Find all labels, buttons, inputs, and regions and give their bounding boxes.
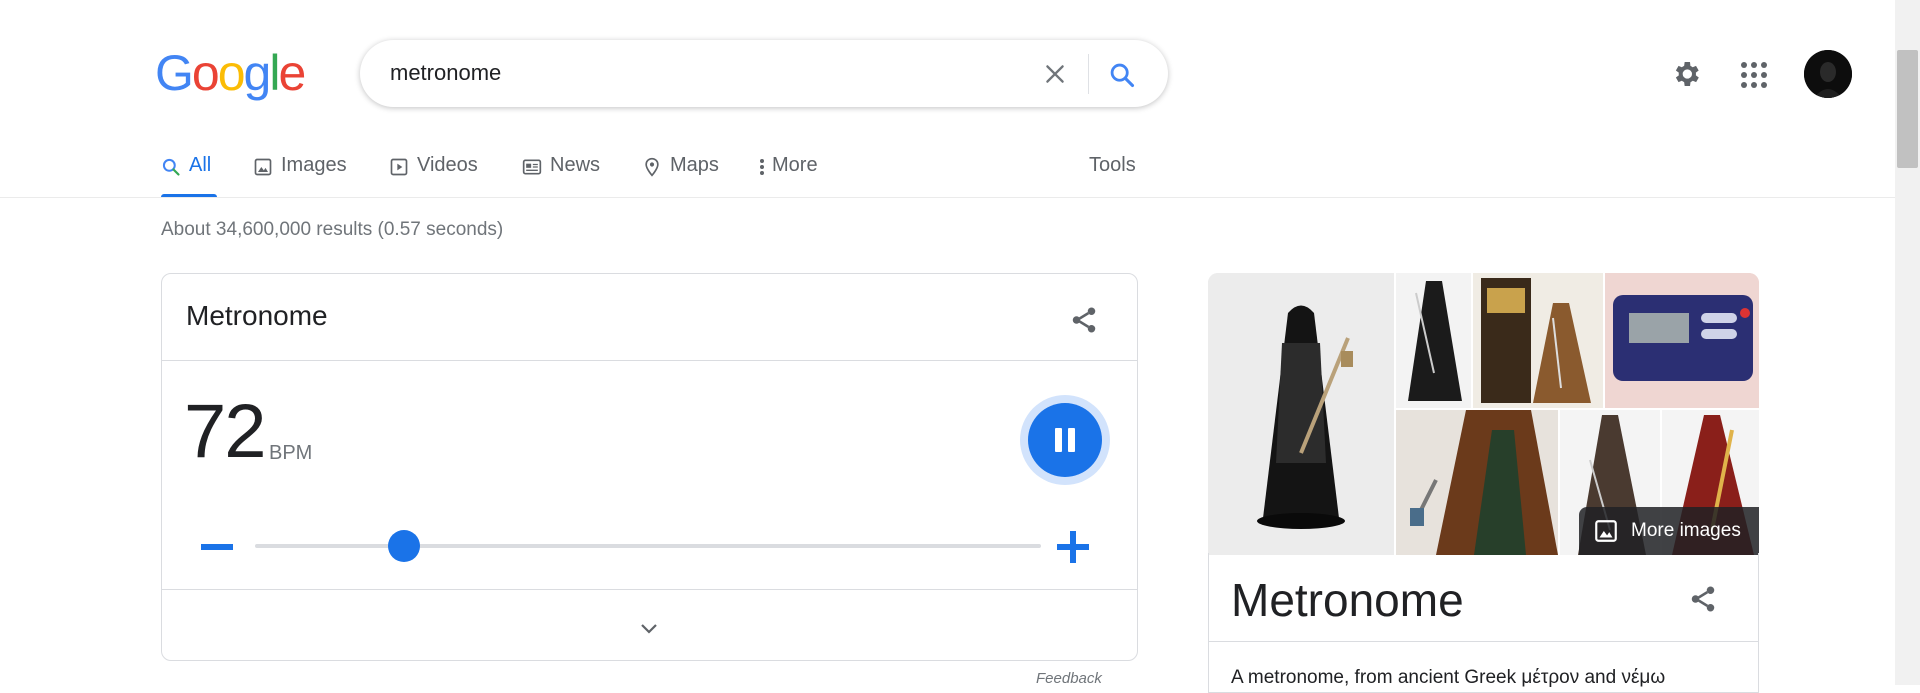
knowledge-panel-divider	[1209, 641, 1758, 642]
tab-videos[interactable]: Videos	[389, 150, 478, 198]
apps-button[interactable]	[1739, 60, 1769, 90]
tab-label: More	[772, 154, 818, 176]
tab-news[interactable]: News	[522, 150, 600, 198]
grid-icon	[1741, 62, 1767, 88]
bpm-value: 72	[184, 389, 267, 474]
bpm-unit: BPM	[269, 442, 313, 464]
tabs-divider	[0, 197, 1895, 198]
metronome-image[interactable]	[1208, 273, 1394, 555]
clear-search-button[interactable]	[1036, 55, 1074, 93]
tempo-slider-thumb[interactable]	[388, 530, 421, 562]
knowledge-panel-share-button[interactable]	[1683, 579, 1723, 619]
metronome-image[interactable]	[1605, 273, 1759, 408]
logo-letter: o	[217, 45, 246, 101]
tab-label: News	[550, 154, 601, 176]
tab-label: All	[189, 154, 212, 176]
decrease-tempo-button[interactable]	[200, 530, 234, 564]
metronome-title: Metronome	[186, 300, 328, 331]
share-icon	[1072, 307, 1096, 333]
chevron-down-icon	[641, 624, 657, 634]
more-images-button[interactable]: More images	[1579, 507, 1759, 555]
plus-icon	[1057, 531, 1089, 563]
search-input[interactable]: metronome	[390, 60, 501, 86]
metronome-image[interactable]	[1473, 273, 1603, 408]
newspaper-icon	[522, 157, 542, 177]
tools-button[interactable]: Tools	[1089, 150, 1136, 198]
logo-letter: e	[278, 45, 306, 101]
tab-label: Maps	[670, 154, 719, 176]
avatar-image	[1804, 50, 1852, 98]
pin-icon	[642, 157, 662, 177]
google-logo[interactable]: Google	[155, 45, 306, 101]
share-button[interactable]	[1064, 300, 1104, 340]
logo-letter: G	[155, 45, 194, 101]
gear-icon	[1675, 62, 1699, 86]
card-divider	[162, 589, 1137, 590]
tab-maps[interactable]: Maps	[642, 150, 719, 198]
knowledge-panel-title: Metronome	[1231, 574, 1464, 626]
feedback-link[interactable]: Feedback	[1036, 670, 1102, 687]
image-icon	[253, 157, 273, 177]
settings-button[interactable]	[1669, 57, 1703, 91]
logo-letter: l	[269, 45, 280, 101]
tab-label: Videos	[417, 154, 478, 176]
result-stats: About 34,600,000 results (0.57 seconds)	[161, 219, 504, 240]
tab-more[interactable]: More	[756, 150, 818, 198]
search-tabs: All Images Videos News Maps More Tools	[0, 150, 1895, 198]
tab-label: Images	[281, 154, 347, 176]
tab-images[interactable]: Images	[253, 150, 347, 198]
logo-letter: o	[191, 45, 220, 101]
more-images-label: More images	[1631, 520, 1741, 541]
increase-tempo-button[interactable]	[1054, 528, 1092, 566]
search-icon	[1110, 63, 1135, 88]
expand-button[interactable]	[629, 614, 669, 644]
tempo-slider-track[interactable]	[255, 544, 1041, 548]
pause-icon	[1055, 428, 1075, 452]
metronome-image[interactable]	[1396, 273, 1471, 408]
search-icon	[161, 157, 181, 177]
metronome-image[interactable]	[1396, 410, 1558, 555]
minus-icon	[201, 544, 233, 550]
share-icon	[1691, 586, 1715, 612]
knowledge-panel-description: A metronome, from ancient Greek μέτρον a…	[1231, 667, 1666, 688]
metronome-card: Metronome 72 BPM	[161, 273, 1138, 661]
search-button[interactable]	[1102, 55, 1142, 95]
logo-letter: g	[243, 45, 272, 101]
knowledge-panel: Metronome A metronome, from ancient Gree…	[1208, 553, 1759, 693]
pause-button[interactable]	[1028, 403, 1102, 477]
scrollbar-thumb[interactable]	[1897, 50, 1918, 168]
avatar[interactable]	[1804, 50, 1852, 98]
tab-all[interactable]: All	[161, 150, 217, 198]
search-box: metronome	[360, 40, 1168, 107]
dots-vertical-icon	[756, 157, 768, 177]
search-divider	[1088, 54, 1089, 94]
card-divider	[162, 360, 1137, 361]
play-icon	[389, 157, 409, 177]
image-icon	[1595, 520, 1617, 542]
tools-label: Tools	[1089, 154, 1136, 176]
close-icon	[1046, 65, 1064, 83]
